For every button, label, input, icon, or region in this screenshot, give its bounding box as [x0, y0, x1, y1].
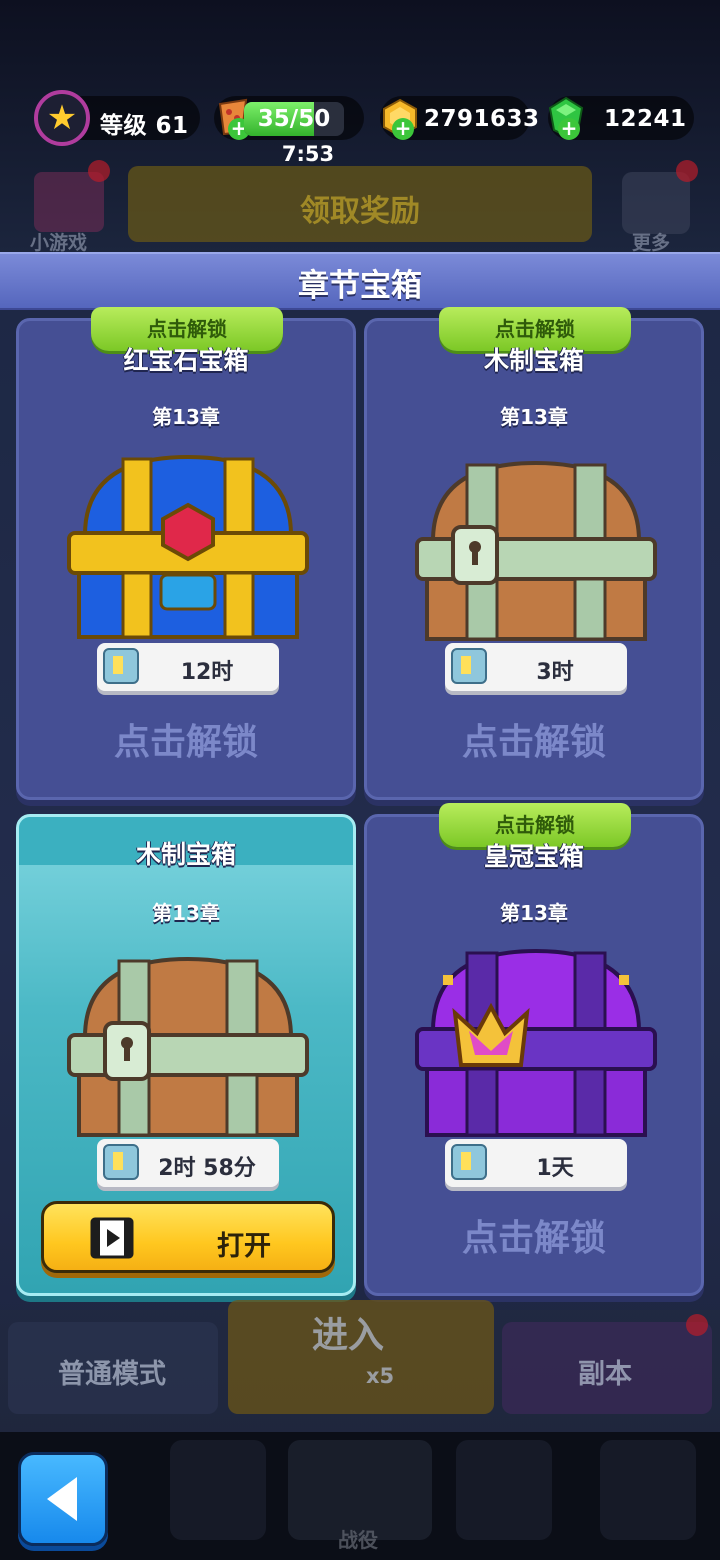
nav-dim-overlay: [0, 1432, 720, 1560]
time-badge: 3时: [445, 643, 627, 691]
chest-chapter: 第13章: [152, 901, 220, 925]
energy-value: 35/50: [257, 106, 331, 132]
time-badge: 12时: [97, 643, 279, 691]
tap-to-unlock-label[interactable]: 点击解锁: [16, 713, 356, 765]
normal-mode-label: 普通模式: [58, 1359, 166, 1390]
chest-chapter: 第13章: [152, 405, 220, 429]
chest-card-crown[interactable]: 点击解锁 皇冠宝箱 第13章 1天 点击解锁: [364, 803, 704, 1296]
open-chest-button[interactable]: 打开: [41, 1201, 335, 1273]
notification-badge: [88, 160, 110, 182]
dungeon-label: 副本: [578, 1359, 632, 1390]
time-remaining: 2时 58分: [158, 1156, 256, 1181]
unlock-tag-label: 点击解锁: [495, 813, 575, 837]
gems-value: 12241: [604, 106, 687, 132]
panel-title: 章节宝箱: [298, 268, 422, 304]
enter-cost: x5: [366, 1364, 395, 1388]
more-label: 更多: [632, 232, 671, 254]
time-remaining: 12时: [180, 660, 234, 685]
coins-value: 2791633: [424, 106, 540, 132]
time-remaining: 1天: [536, 1156, 574, 1181]
claim-reward-label: 领取奖励: [300, 194, 420, 229]
open-label: 打开: [217, 1231, 271, 1262]
clock-icon: [451, 648, 487, 684]
video-icon: [90, 1217, 134, 1259]
level-badge[interactable]: ★: [34, 90, 90, 146]
chest-name: 木制宝箱: [135, 840, 236, 869]
time-badge: 2时 58分: [97, 1139, 279, 1187]
minigame-label: 小游戏: [30, 232, 88, 254]
add-coins-icon[interactable]: +: [392, 118, 414, 140]
more-icon: [622, 172, 690, 234]
back-button[interactable]: [18, 1452, 108, 1546]
level-label: 等级 61: [100, 113, 189, 139]
clock-icon: [451, 1144, 487, 1180]
wooden-chest-icon: [415, 460, 657, 641]
chest-chapter: 第13章: [500, 405, 568, 429]
chest-card-wooden[interactable]: 点击解锁 木制宝箱 第13章 3时 点击解锁: [364, 307, 704, 800]
notification-badge: [676, 160, 698, 182]
clock-icon: [103, 648, 139, 684]
tap-to-unlock-label[interactable]: 点击解锁: [364, 1209, 704, 1261]
chest-name: 皇冠宝箱: [483, 842, 584, 871]
time-remaining: 3时: [536, 660, 574, 685]
wooden-chest-icon: [67, 956, 309, 1137]
crown-chest-icon: [415, 948, 657, 1137]
chest-card-ruby[interactable]: 点击解锁 红宝石宝箱 第13章 12时 点击解锁: [16, 307, 356, 800]
unlock-tag-label: 点击解锁: [495, 317, 575, 341]
clock-icon: [103, 1144, 139, 1180]
unlock-tag-label: 点击解锁: [147, 317, 227, 341]
chest-name: 红宝石宝箱: [123, 346, 249, 375]
star-icon: ★: [46, 98, 78, 138]
back-arrow-icon: [47, 1477, 77, 1521]
chest-card-wooden-active[interactable]: 木制宝箱 第13章 2时 58分 打开: [16, 814, 356, 1296]
tap-to-unlock-label[interactable]: 点击解锁: [364, 713, 704, 765]
energy-timer: 7:53: [281, 142, 335, 166]
chest-chapter: 第13章: [500, 901, 568, 925]
chest-name: 木制宝箱: [483, 346, 584, 375]
enter-label: 进入: [312, 1315, 385, 1356]
time-badge: 1天: [445, 1139, 627, 1187]
notification-badge: [686, 1314, 708, 1336]
ruby-chest-icon: [67, 454, 309, 639]
add-gems-icon[interactable]: +: [558, 118, 580, 140]
